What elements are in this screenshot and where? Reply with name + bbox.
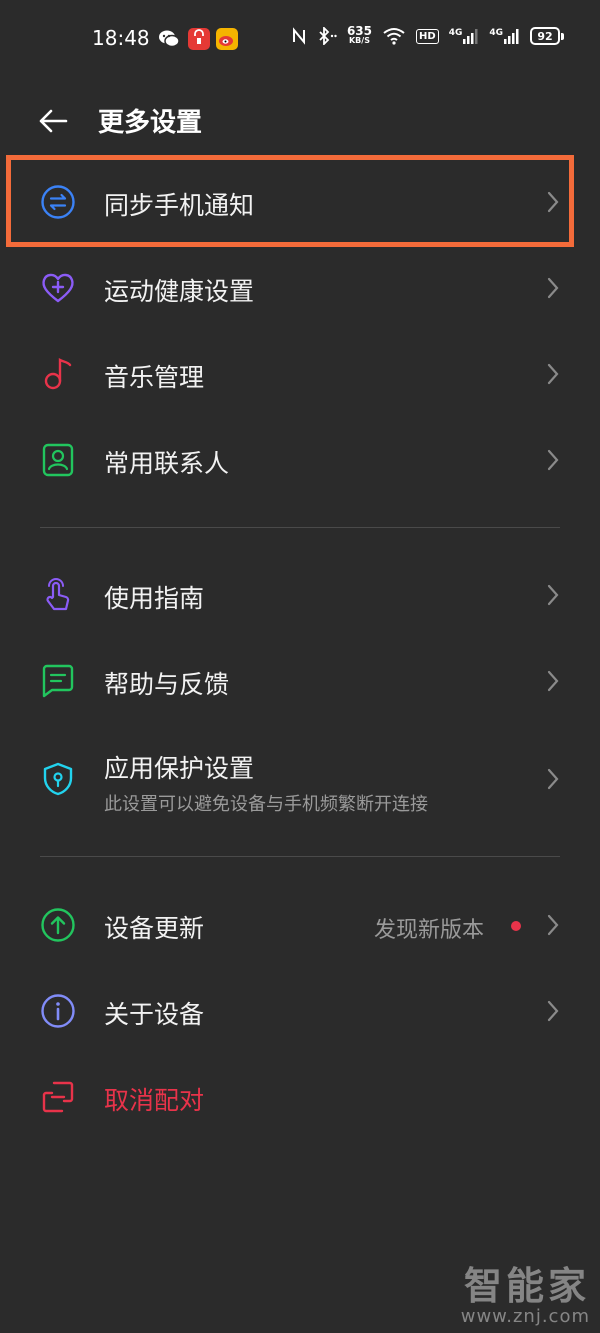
menu-item-unpair[interactable]: 取消配对 <box>0 1055 600 1141</box>
heart-plus-icon <box>42 273 74 303</box>
highlight-box <box>6 155 574 247</box>
menu-item-music-management[interactable]: 音乐管理 <box>0 332 600 418</box>
chevron-right-icon <box>547 363 559 385</box>
menu-item-user-guide[interactable]: 使用指南 <box>0 553 600 639</box>
menu-item-label: 常用联系人 <box>104 449 230 478</box>
menu-item-frequent-contacts[interactable]: 常用联系人 <box>0 418 600 504</box>
upload-arrow-icon <box>41 908 75 942</box>
chevron-right-icon <box>547 449 559 471</box>
chevron-right-icon <box>547 584 559 606</box>
battery-tip <box>561 32 564 40</box>
hand-tap-icon <box>46 578 70 611</box>
menu-item-help-feedback[interactable]: 帮助与反馈 <box>0 639 600 725</box>
chat-bubble-icon <box>42 664 74 698</box>
battery-indicator: 92 <box>530 27 564 45</box>
signal-2-label: 4G <box>489 28 503 38</box>
chevron-right-icon <box>547 277 559 299</box>
signal-bars-icon <box>504 29 519 44</box>
wifi-icon <box>383 28 405 45</box>
menu-item-label: 音乐管理 <box>104 363 205 392</box>
watermark-brand: 智能家 <box>463 1264 590 1308</box>
signal-strength-2: 4G <box>489 28 520 44</box>
menu-item-app-protection[interactable]: 应用保护设置 此设置可以避免设备与手机频繁断开连接 <box>0 725 600 835</box>
menu-item-device-update[interactable]: 设备更新 发现新版本 <box>0 883 600 969</box>
wechat-icon <box>158 28 180 50</box>
menu-item-label: 应用保护设置 <box>104 754 255 783</box>
music-note-icon <box>44 358 72 390</box>
menu-item-about-device[interactable]: 关于设备 <box>0 969 600 1055</box>
network-speed: 635 KB/S <box>346 24 373 46</box>
menu-item-subtitle: 此设置可以避免设备与手机频繁断开连接 <box>104 794 428 815</box>
watermark-url: www.znj.com <box>460 1306 590 1327</box>
nfc-icon <box>292 27 305 45</box>
signal-1-label: 4G <box>448 28 463 38</box>
shopping-app-icon <box>188 28 210 50</box>
section-divider <box>40 527 560 528</box>
chevron-right-icon <box>547 768 559 790</box>
unpair-icon <box>42 1081 74 1113</box>
menu-item-label: 使用指南 <box>104 584 205 613</box>
menu-item-label: 取消配对 <box>104 1086 205 1115</box>
bluetooth-icon <box>319 27 337 45</box>
signal-strength-1: 4G <box>449 28 480 44</box>
status-indicators: 635 KB/S HD 4G 4G 92 <box>291 24 564 46</box>
info-icon <box>41 994 75 1028</box>
contact-card-icon <box>42 443 74 477</box>
weibo-icon <box>216 28 238 50</box>
menu-item-health-settings[interactable]: 运动健康设置 <box>0 246 600 332</box>
chevron-right-icon <box>547 914 559 936</box>
menu-item-label: 关于设备 <box>104 1000 205 1029</box>
shield-icon <box>43 762 73 796</box>
status-time: 18:48 <box>92 26 150 50</box>
network-speed-unit: KB/S <box>348 36 370 45</box>
hd-voice-badge: HD <box>416 28 439 44</box>
network-speed-value: 635 <box>346 24 373 38</box>
menu-item-label: 设备更新 <box>104 914 205 943</box>
update-available-text: 发现新版本 <box>373 918 484 943</box>
battery-level: 92 <box>530 27 560 45</box>
notification-dot <box>511 921 521 931</box>
status-bar: 18:48 635 KB/S HD 4G 4G 92 <box>0 0 600 76</box>
chevron-right-icon <box>547 1000 559 1022</box>
page-title: 更多设置 <box>98 108 203 138</box>
page-header: 更多设置 <box>0 90 600 150</box>
menu-item-label: 运动健康设置 <box>104 277 255 306</box>
back-arrow-icon[interactable] <box>36 104 70 138</box>
watermark: 智能家 www.znj.com <box>461 1255 590 1327</box>
menu-item-label: 帮助与反馈 <box>104 670 230 699</box>
signal-bars-icon <box>463 29 478 44</box>
chevron-right-icon <box>547 670 559 692</box>
section-divider <box>40 856 560 857</box>
